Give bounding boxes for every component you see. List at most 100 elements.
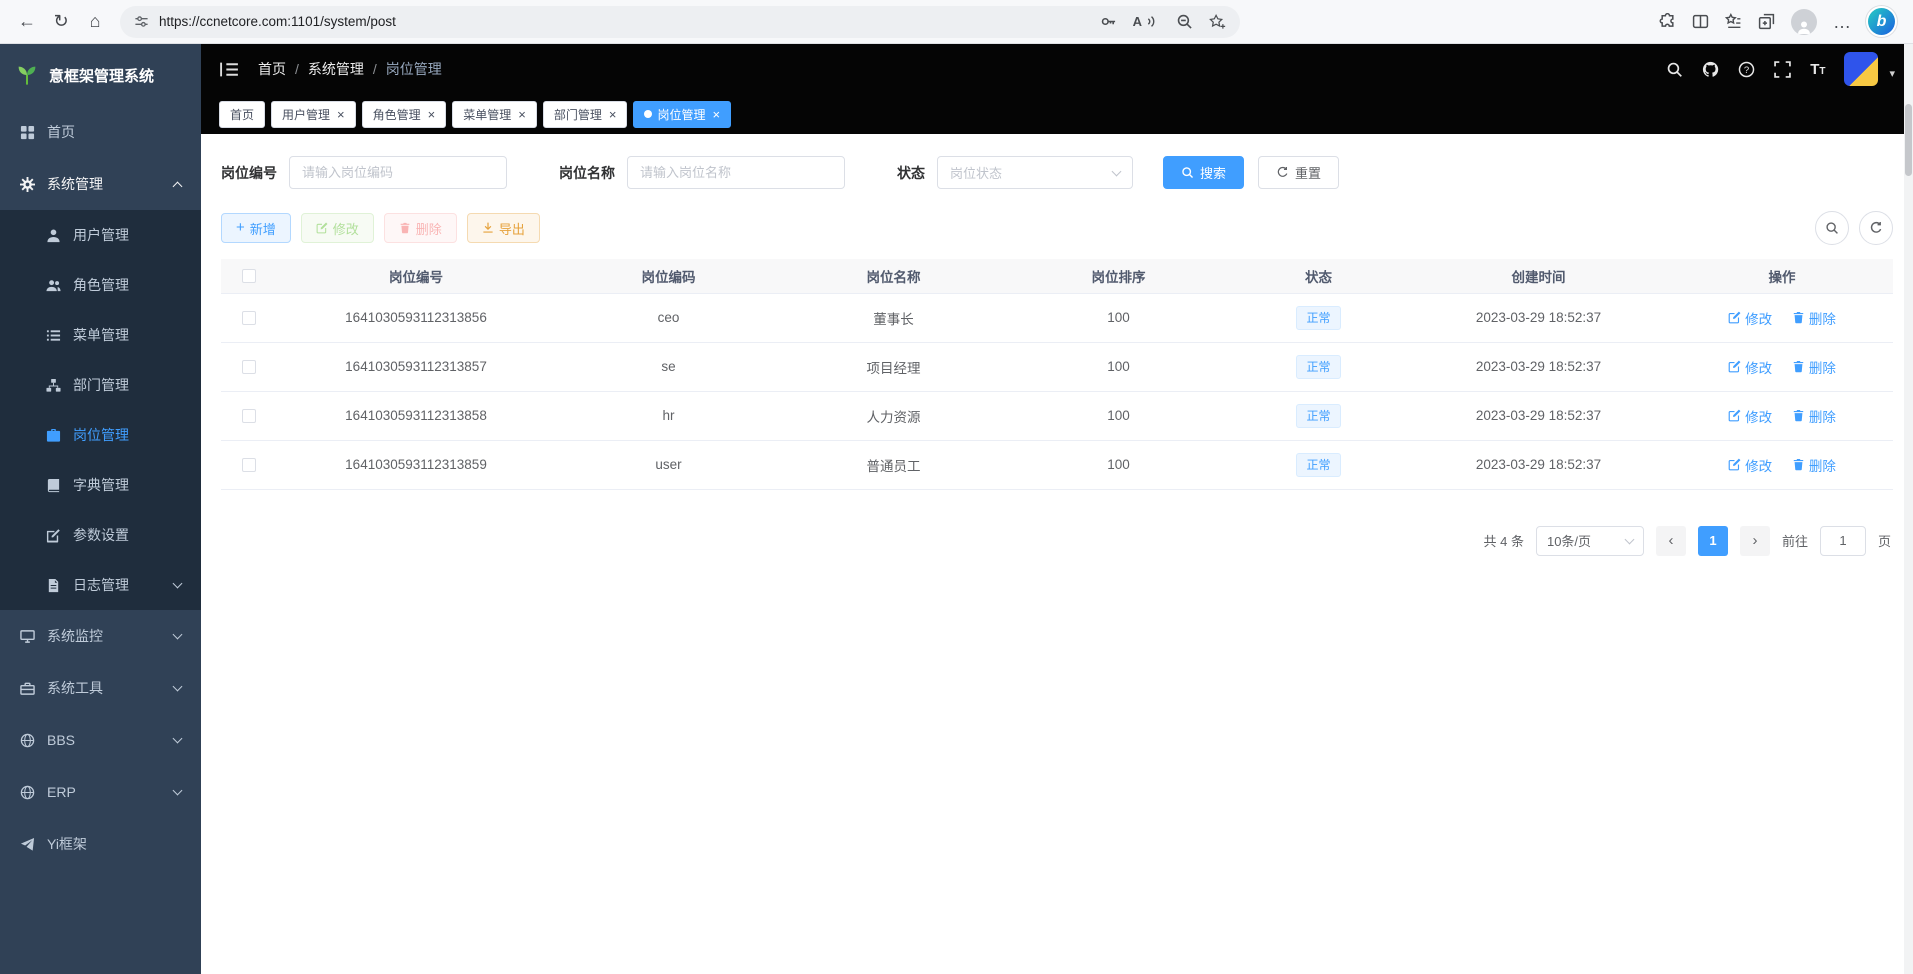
avatar-caret-icon[interactable]: ▾: [1889, 67, 1895, 80]
close-icon[interactable]: ×: [428, 108, 436, 121]
sidebar-item-yiframework[interactable]: Yi框架: [0, 818, 201, 870]
user-avatar[interactable]: [1844, 52, 1878, 86]
edit-button[interactable]: 修改: [301, 213, 374, 243]
sidebar-item-menus[interactable]: 菜单管理: [0, 310, 201, 360]
breadcrumb-home[interactable]: 首页: [258, 59, 286, 79]
split-screen-icon[interactable]: [1692, 13, 1709, 30]
scrollbar-thumb[interactable]: [1905, 104, 1912, 176]
search-button[interactable]: 搜索: [1163, 156, 1244, 189]
search-icon[interactable]: [1666, 61, 1683, 78]
tab-posts[interactable]: 岗位管理 ×: [633, 101, 731, 128]
back-button[interactable]: ←: [10, 5, 44, 39]
close-icon[interactable]: ×: [609, 108, 617, 121]
goto-page-input[interactable]: [1820, 526, 1866, 556]
sidebar-item-bbs[interactable]: BBS: [0, 714, 201, 766]
row-delete-link[interactable]: 删除: [1792, 406, 1836, 426]
export-button[interactable]: 导出: [467, 213, 540, 243]
browser-menu-icon[interactable]: …: [1833, 17, 1852, 27]
tab-roles[interactable]: 角色管理 ×: [362, 101, 447, 128]
row-checkbox[interactable]: [242, 409, 256, 423]
column-header: 岗位排序: [1006, 259, 1231, 293]
read-aloud-icon[interactable]: A: [1133, 13, 1160, 30]
row-edit-link[interactable]: 修改: [1728, 357, 1772, 377]
sidebar-item-dictionary[interactable]: 字典管理: [0, 460, 201, 510]
row-delete-link[interactable]: 删除: [1792, 455, 1836, 475]
column-header: 岗位编号: [276, 259, 556, 293]
sidebar-item-system[interactable]: 系统管理: [0, 158, 201, 210]
toggle-search-button[interactable]: [1815, 211, 1849, 245]
select-all-checkbox[interactable]: [242, 269, 256, 283]
bing-chat-icon[interactable]: b: [1868, 8, 1895, 35]
scrollbar-track[interactable]: [1904, 44, 1913, 974]
row-edit-link[interactable]: 修改: [1728, 455, 1772, 475]
home-button[interactable]: ⌂: [78, 5, 112, 39]
sidebar-item-parameters[interactable]: 参数设置: [0, 510, 201, 560]
text-size-icon[interactable]: T T: [1810, 61, 1825, 78]
row-delete-link[interactable]: 删除: [1792, 308, 1836, 328]
fullscreen-icon[interactable]: [1774, 61, 1791, 78]
sidebar-item-tools[interactable]: 系统工具: [0, 662, 201, 714]
delete-button[interactable]: 删除: [384, 213, 457, 243]
url-text[interactable]: https://ccnetcore.com:1101/system/post: [159, 14, 1090, 29]
sidebar-item-logs[interactable]: 日志管理: [0, 560, 201, 610]
favorites-bar-icon[interactable]: [1725, 13, 1742, 30]
sidebar-item-departments[interactable]: 部门管理: [0, 360, 201, 410]
tab-home[interactable]: 首页: [219, 101, 265, 128]
cell-post-sort: 100: [1006, 440, 1231, 489]
row-checkbox[interactable]: [242, 360, 256, 374]
toolbar: + 新增 修改 删除 导出: [221, 211, 1893, 245]
reset-button[interactable]: 重置: [1258, 156, 1339, 189]
table-header-row: 岗位编号 岗位编码 岗位名称 岗位排序 状态 创建时间 操作: [221, 259, 1893, 293]
refresh-icon: [1276, 166, 1289, 179]
cell-post-id: 1641030593112313857: [276, 342, 556, 391]
add-button[interactable]: + 新增: [221, 213, 291, 243]
site-info-icon[interactable]: [134, 14, 149, 29]
table-row: 1641030593112313857 se 项目经理 100 正常 2023-…: [221, 342, 1893, 391]
edit-icon: [1728, 458, 1741, 471]
refresh-table-button[interactable]: [1859, 211, 1893, 245]
close-icon[interactable]: ×: [712, 108, 720, 121]
post-code-input[interactable]: [289, 156, 507, 189]
collapse-sidebar-button[interactable]: [219, 61, 240, 78]
table-row: 1641030593112313859 user 普通员工 100 正常 202…: [221, 440, 1893, 489]
status-label: 状态: [897, 163, 925, 183]
prev-page-button[interactable]: ‹: [1656, 526, 1686, 556]
page-1-button[interactable]: 1: [1698, 526, 1728, 556]
next-page-button[interactable]: ›: [1740, 526, 1770, 556]
password-key-icon[interactable]: [1100, 13, 1117, 30]
app-header: 首页 / 系统管理 / 岗位管理 ?: [201, 44, 1913, 94]
breadcrumb-separator: /: [373, 61, 377, 77]
extensions-icon[interactable]: [1659, 13, 1676, 30]
row-checkbox[interactable]: [242, 311, 256, 325]
address-bar[interactable]: https://ccnetcore.com:1101/system/post A: [120, 6, 1240, 38]
sidebar-item-home[interactable]: 首页: [0, 106, 201, 158]
sidebar-item-roles[interactable]: 角色管理: [0, 260, 201, 310]
tab-users[interactable]: 用户管理 ×: [271, 101, 356, 128]
sidebar-item-erp[interactable]: ERP: [0, 766, 201, 818]
browser-profile-avatar[interactable]: [1791, 9, 1817, 35]
status-select[interactable]: 岗位状态: [937, 156, 1133, 189]
github-icon[interactable]: [1702, 61, 1719, 78]
row-edit-link[interactable]: 修改: [1728, 308, 1772, 328]
sidebar-item-monitoring[interactable]: 系统监控: [0, 610, 201, 662]
collections-icon[interactable]: [1758, 13, 1775, 30]
row-delete-link[interactable]: 删除: [1792, 357, 1836, 377]
tab-label: 用户管理: [282, 106, 330, 123]
main-area: 首页 / 系统管理 / 岗位管理 ?: [201, 44, 1913, 974]
page-size-select[interactable]: 10条/页: [1536, 526, 1644, 556]
tab-departments[interactable]: 部门管理 ×: [543, 101, 628, 128]
tab-menus[interactable]: 菜单管理 ×: [452, 101, 537, 128]
row-edit-link[interactable]: 修改: [1728, 406, 1772, 426]
sidebar-item-posts[interactable]: 岗位管理: [0, 410, 201, 460]
breadcrumb-system[interactable]: 系统管理: [308, 59, 364, 79]
zoom-out-icon[interactable]: [1176, 13, 1193, 30]
help-icon[interactable]: ?: [1738, 61, 1755, 78]
add-favorite-icon[interactable]: [1209, 13, 1226, 30]
row-checkbox[interactable]: [242, 458, 256, 472]
post-name-input[interactable]: [627, 156, 845, 189]
refresh-button[interactable]: ↻: [44, 5, 78, 39]
breadcrumb-separator: /: [295, 61, 299, 77]
close-icon[interactable]: ×: [337, 108, 345, 121]
close-icon[interactable]: ×: [518, 108, 526, 121]
sidebar-item-users[interactable]: 用户管理: [0, 210, 201, 260]
